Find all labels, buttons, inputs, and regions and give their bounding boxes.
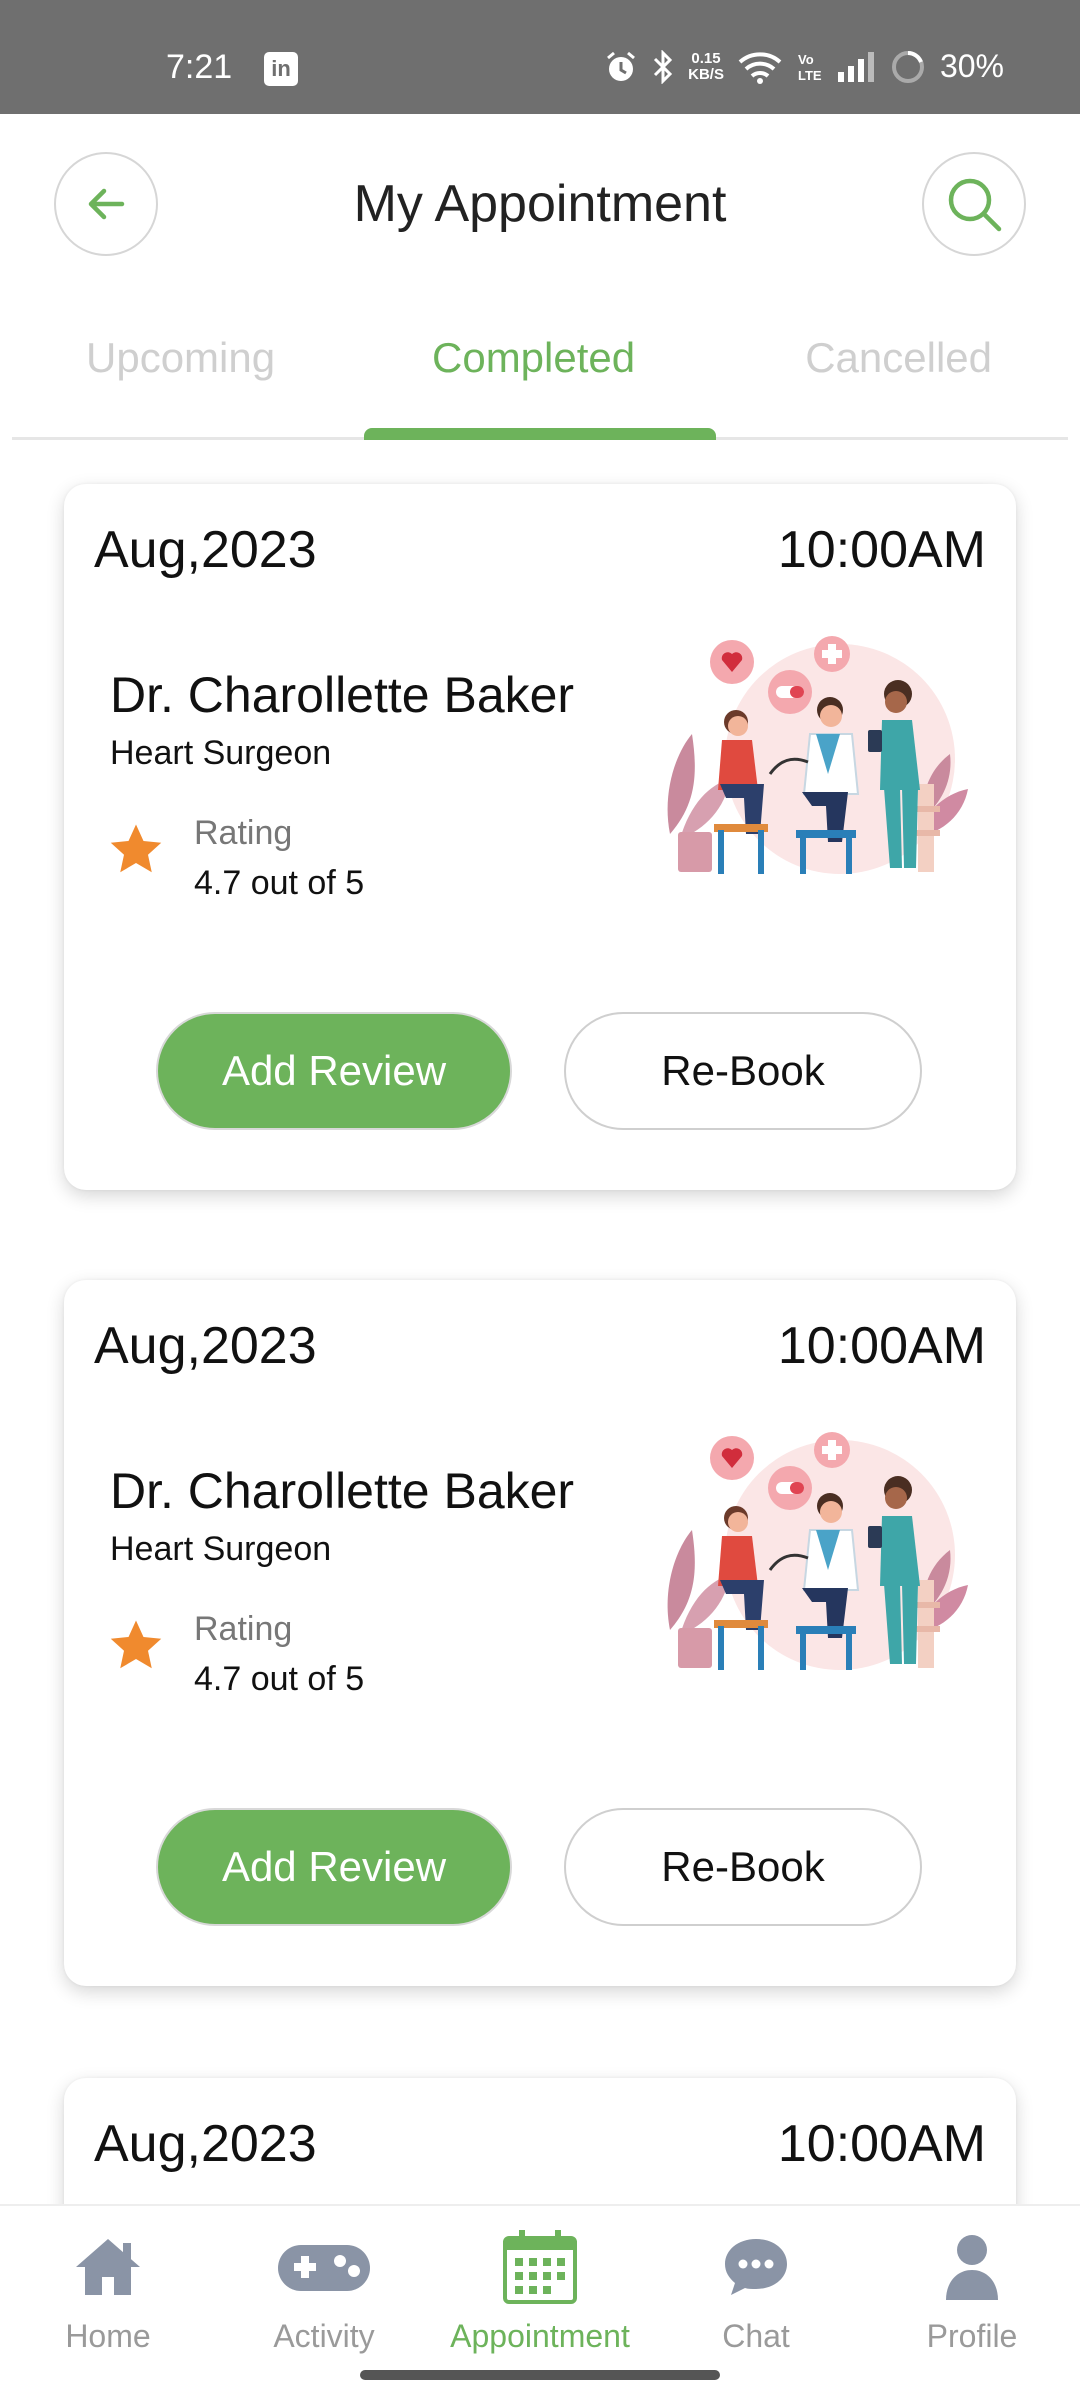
status-icons: 0.15 KB/S Vo LTE 30% [604,48,1004,85]
doctor-name: Dr. Charollette Baker [110,667,575,723]
search-button[interactable] [922,152,1026,256]
battery-percent: 30% [939,48,1004,84]
rebook-button[interactable]: Re-Book [564,1012,922,1130]
search-icon [948,178,1002,232]
linkedin-icon: in [264,52,298,86]
appointment-time: 10:00AM [777,2115,986,2173]
nav-home[interactable]: Home [8,2226,208,2355]
rebook-button[interactable]: Re-Book [564,1808,922,1926]
appointment-time: 10:00AM [777,521,986,579]
tab-completed[interactable]: Completed [432,334,635,382]
active-tab-indicator [364,428,716,440]
star-icon [110,824,162,873]
svg-text:LTE: LTE [798,68,822,83]
home-icon [76,2239,140,2295]
network-speed: 0.15 KB/S [688,49,724,83]
appointment-time: 10:00AM [777,1317,986,1375]
status-time: 7:21 [166,48,233,86]
appointment-card[interactable]: Aug,2023 10:00AM Dr. Charollette Baker H… [64,1280,1016,1986]
rating-value: 4.7 out of 5 [194,1660,365,1698]
nav-profile-label: Profile [926,2318,1018,2354]
doctor-illustration [667,1432,968,1670]
appointment-date: Aug,2023 [94,1317,317,1375]
tab-cancelled[interactable]: Cancelled [805,334,992,382]
doctor-specialty: Heart Surgeon [110,1530,332,1568]
profile-icon [946,2235,998,2300]
doctor-name: Dr. Charollette Baker [110,1463,575,1519]
signal-icon [837,51,874,82]
page-title: My Appointment [353,175,727,233]
appointment-tabs: Upcoming Completed Cancelled [12,320,1068,440]
tab-upcoming[interactable]: Upcoming [86,334,275,382]
wifi-icon [738,51,782,84]
star-icon [110,1620,162,1669]
nav-chat-label: Chat [722,2318,790,2354]
appointment-date: Aug,2023 [94,2115,317,2173]
add-review-button[interactable]: Add Review [156,1012,512,1130]
chat-icon [725,2239,787,2295]
doctor-specialty: Heart Surgeon [110,734,332,772]
svg-text:Vo: Vo [798,52,814,67]
nav-chat[interactable]: Chat [656,2226,856,2355]
nav-activity[interactable]: Activity [224,2226,424,2355]
bluetooth-icon [654,49,673,84]
nav-profile[interactable]: Profile [872,2226,1072,2355]
appointment-card[interactable]: Aug,2023 10:00AM Dr. Charollette Baker H… [64,484,1016,1190]
nav-appointment[interactable]: Appointment [440,2226,640,2355]
volte-icon: VoLTE [798,52,822,83]
gamepad-icon [278,2245,370,2291]
appointment-date: Aug,2023 [94,521,317,579]
alarm-icon [607,51,636,81]
home-indicator[interactable] [360,2370,720,2380]
header: My Appointment [0,114,1080,294]
doctor-illustration [667,636,968,874]
rating-label: Rating [194,1610,293,1648]
nav-activity-label: Activity [273,2318,375,2354]
nav-home-label: Home [65,2318,151,2354]
calendar-icon [503,2230,577,2304]
add-review-button[interactable]: Add Review [156,1808,512,1926]
nav-appointment-label: Appointment [450,2318,630,2354]
status-bar: 7:21 in 0.15 KB/S Vo LTE 30% [0,0,1080,114]
rating-value: 4.7 out of 5 [194,864,365,902]
battery-icon [891,50,924,83]
rating-label: Rating [194,814,293,852]
